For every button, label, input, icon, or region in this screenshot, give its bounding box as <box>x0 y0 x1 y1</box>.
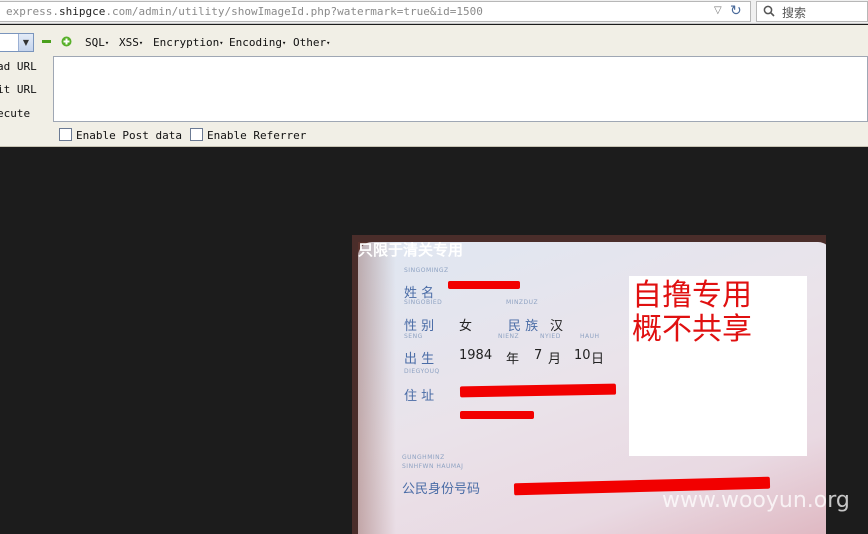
card-small-text: MINZDUZ <box>506 299 539 306</box>
card-birth-year: 1984 <box>459 348 493 363</box>
card-birth-year-unit: 年 <box>506 352 520 367</box>
card-small-text: SINGOBIED <box>404 299 443 306</box>
url-input[interactable]: express.shipgce.com/admin/utility/showIm… <box>0 1 751 22</box>
customs-watermark: 只限于清关专用 <box>358 241 464 259</box>
execute-button[interactable]: ecute <box>0 107 30 120</box>
card-small-text: SINGOMINGZ <box>404 267 449 274</box>
overlay-text-line1: 自撸专用 <box>632 278 752 313</box>
split-url-button[interactable]: it URL <box>0 83 37 96</box>
redaction-address-2 <box>460 411 534 419</box>
reload-icon[interactable]: ↻ <box>730 3 742 19</box>
image-viewport: SINGOMINGZ 姓 名 SINGOBIED MINZDUZ 性 别 女 民… <box>0 148 868 534</box>
hackbar-select[interactable]: ▼ <box>0 33 34 52</box>
url-text: express.shipgce.com/admin/utility/showIm… <box>6 5 483 18</box>
overlay-box: 自撸专用 概不共享 <box>629 276 807 456</box>
chevron-down-icon[interactable]: ▼ <box>18 34 33 51</box>
card-birth-month-unit: 月 <box>548 352 562 367</box>
card-birth-day: 10 <box>574 348 591 363</box>
card-small-text: NIENZ <box>498 333 520 340</box>
increase-icon[interactable] <box>61 36 72 47</box>
card-birth-label: 出 生 <box>404 352 435 367</box>
search-placeholder: 搜索 <box>782 6 807 20</box>
hackbar-url-textarea[interactable] <box>53 56 868 122</box>
card-gender-label: 性 别 <box>404 319 435 334</box>
card-id-label: 公民身份号码 <box>402 482 481 497</box>
menu-xss[interactable]: XSS▾ <box>119 36 143 49</box>
card-ethnicity-label: 民 族 <box>508 319 539 334</box>
enable-referrer-checkbox[interactable] <box>190 128 203 141</box>
enable-post-label: Enable Post data <box>76 129 182 142</box>
url-history-dropdown-icon[interactable]: ▽ <box>714 5 722 16</box>
search-icon <box>763 5 775 17</box>
overlay-text-line2: 概不共享 <box>632 312 752 347</box>
card-small-text: HAUH <box>580 333 600 340</box>
hackbar-toolbar: ▼ SQL▾ XSS▾ Encryption▾ Encoding▾ Other▾… <box>0 25 868 147</box>
menu-encoding[interactable]: Encoding▾ <box>229 36 286 49</box>
load-url-button[interactable]: ad URL <box>0 60 37 73</box>
card-small-text: SINHFWN HAUMAJ <box>402 463 464 470</box>
menu-sql[interactable]: SQL▾ <box>85 36 109 49</box>
decrease-icon[interactable] <box>42 37 51 46</box>
search-input[interactable]: 搜索 <box>756 1 868 22</box>
card-ethnicity-value: 汉 <box>550 319 564 334</box>
card-gender-value: 女 <box>459 319 473 334</box>
card-small-text: DIEGYOUQ <box>404 368 440 375</box>
card-birth-day-unit: 日 <box>591 352 605 367</box>
card-small-text: SENG <box>404 333 423 340</box>
wooyun-watermark: www.wooyun.org <box>662 488 850 513</box>
card-birth-month: 7 <box>534 348 543 363</box>
card-address-label: 住 址 <box>404 389 435 404</box>
enable-post-checkbox[interactable] <box>59 128 72 141</box>
menu-other[interactable]: Other▾ <box>293 36 330 49</box>
menu-encryption[interactable]: Encryption▾ <box>153 36 223 49</box>
redaction-name <box>448 281 520 289</box>
card-small-text: NYIED <box>540 333 561 340</box>
card-small-text: GUNGHMINZ <box>402 454 445 461</box>
browser-url-bar: express.shipgce.com/admin/utility/showIm… <box>0 0 868 24</box>
enable-referrer-label: Enable Referrer <box>207 129 307 142</box>
